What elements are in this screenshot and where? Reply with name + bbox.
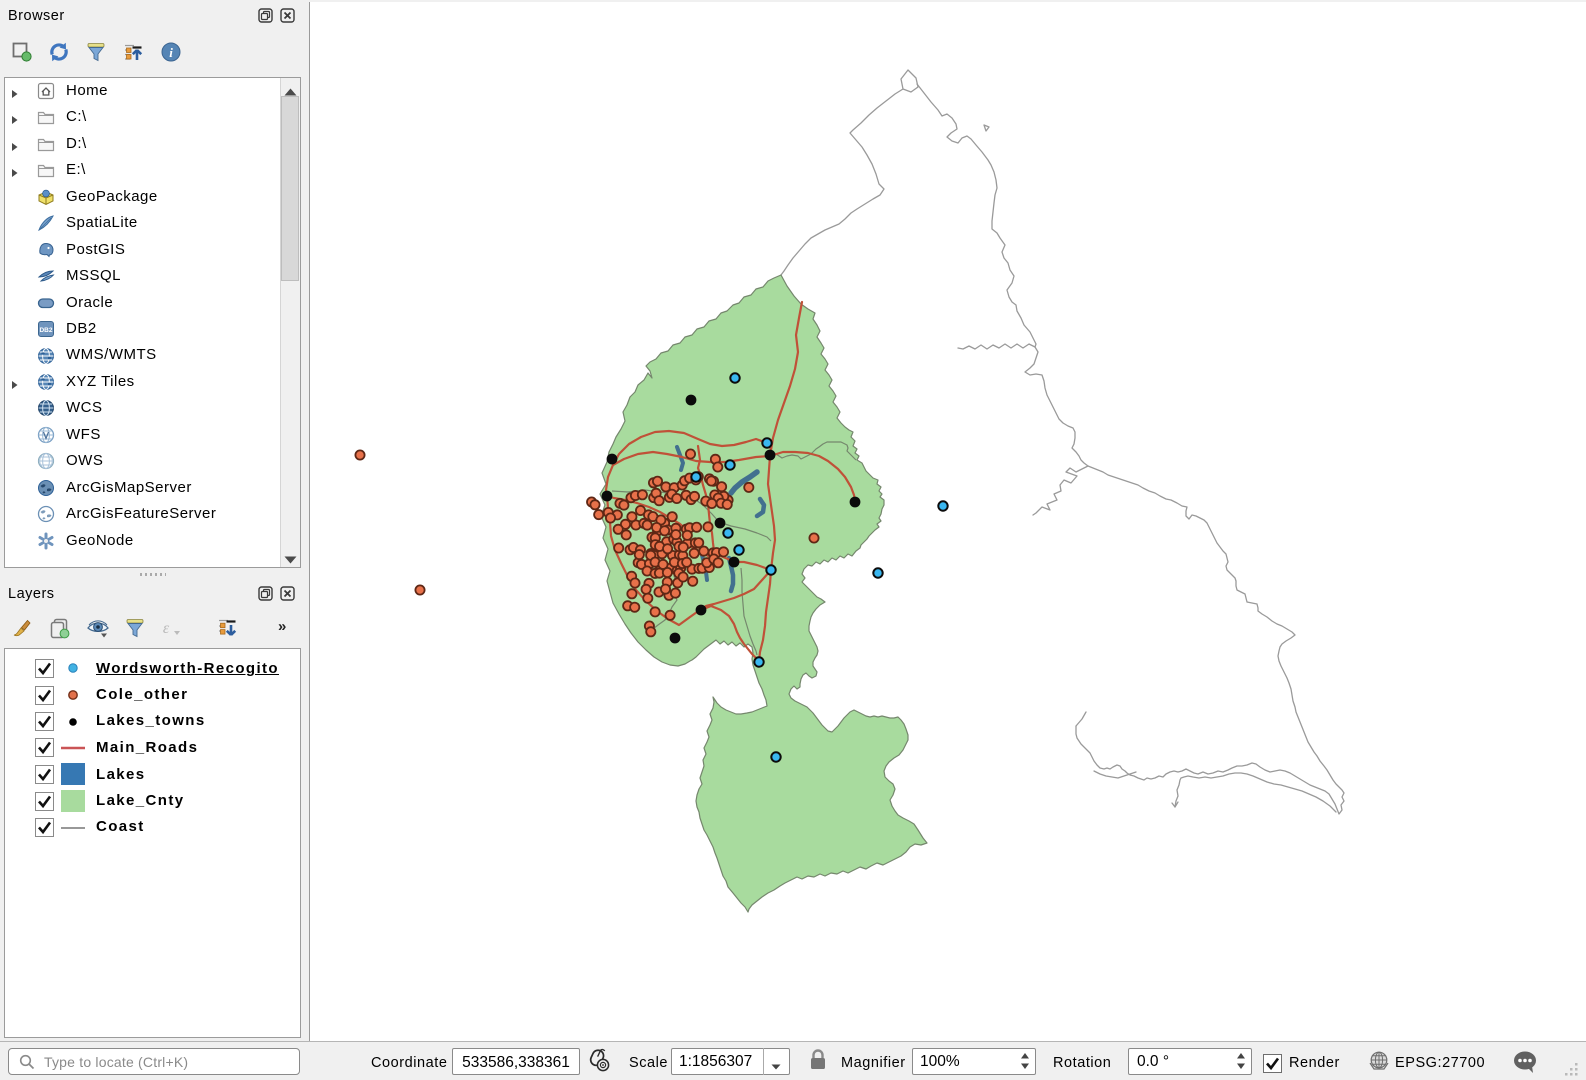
- svg-text:i: i: [169, 45, 173, 60]
- svg-text:DB2: DB2: [39, 327, 52, 334]
- svg-text:ε: ε: [163, 620, 170, 637]
